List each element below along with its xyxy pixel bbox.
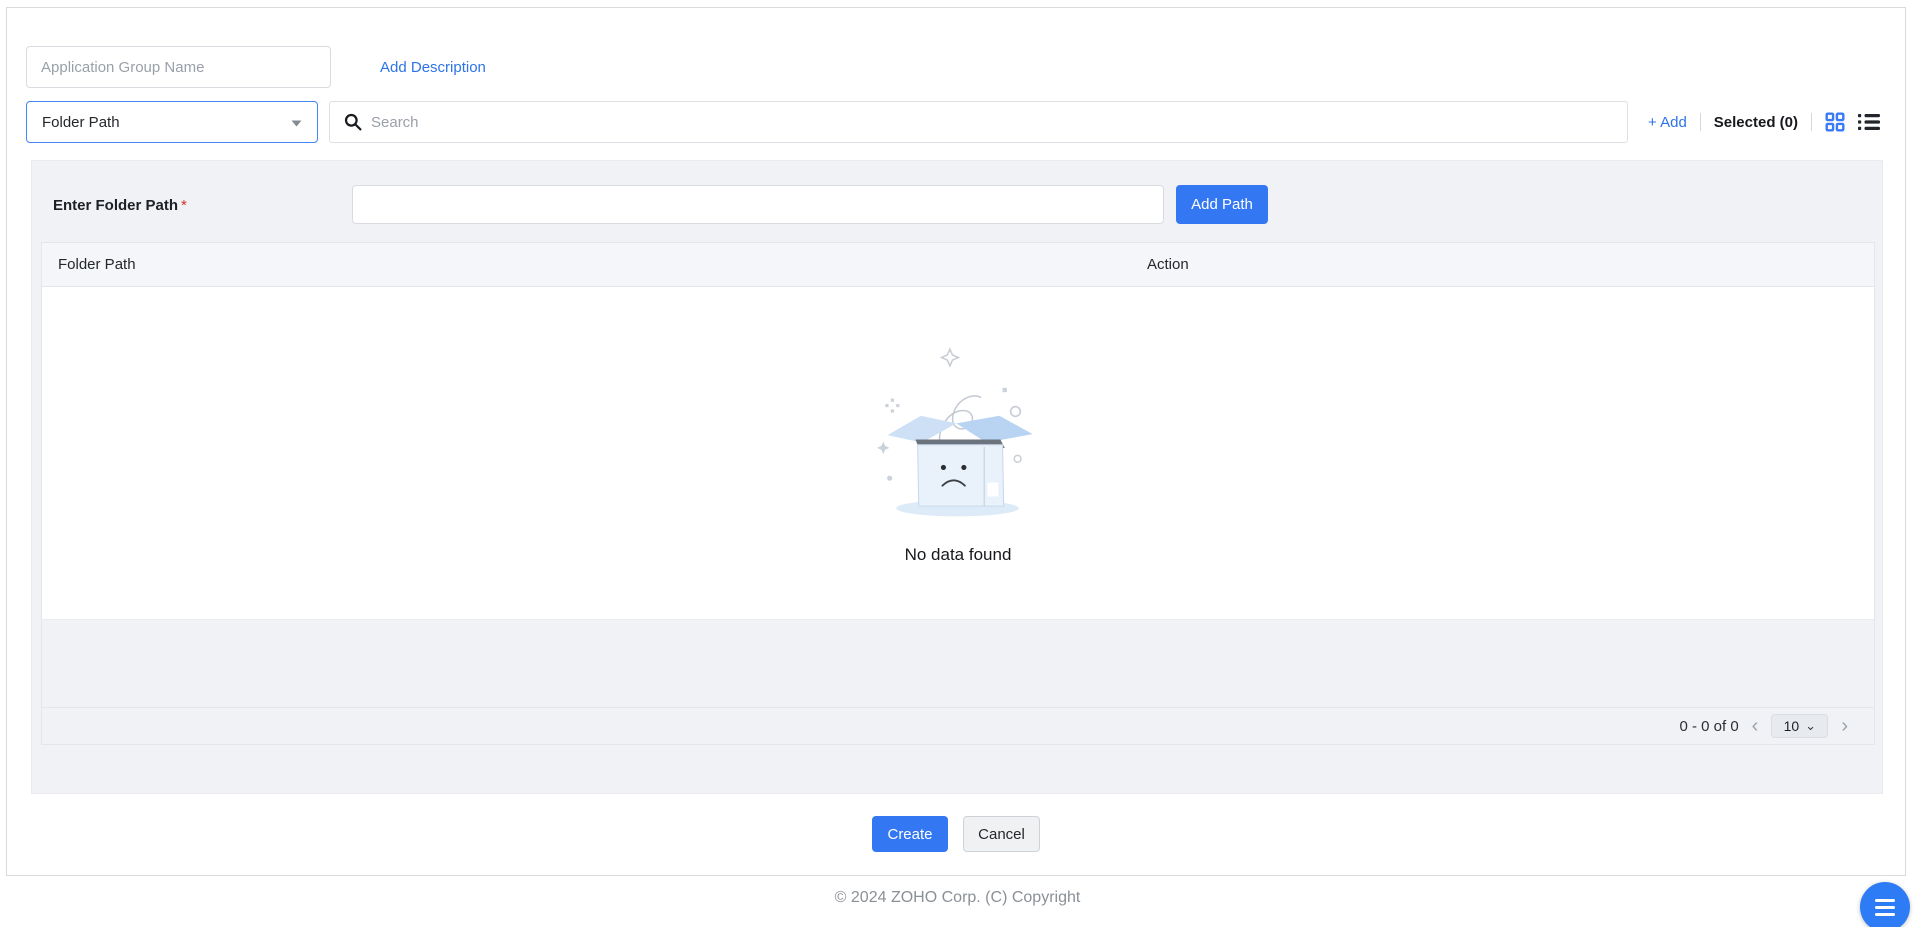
folder-path-input[interactable] <box>352 185 1164 224</box>
folder-path-form-row: Enter Folder Path * Add Path <box>32 161 1882 242</box>
empty-box-illustration <box>876 347 1033 517</box>
column-header-folder-path: Folder Path <box>58 256 136 273</box>
name-row: Add Description <box>26 46 486 88</box>
add-button[interactable]: + Add <box>1648 114 1687 131</box>
pagination-range: 0 - 0 of 0 <box>1679 717 1739 735</box>
no-data-text: No data found <box>904 545 1012 564</box>
page-size-value: 10 <box>1783 718 1800 734</box>
divider <box>1811 113 1812 131</box>
search-input[interactable] <box>371 113 1613 131</box>
toolbar-right-controls: + Add Selected (0) <box>1648 112 1880 132</box>
copyright-footer: © 2024 ZOHO Corp. (C) Copyright <box>834 889 1081 906</box>
list-view-icon[interactable] <box>1858 113 1880 131</box>
pagination-prev-icon[interactable]: ‹ <box>1750 716 1761 736</box>
selected-count: Selected (0) <box>1713 113 1798 131</box>
folder-path-panel: Enter Folder Path * Add Path Folder Path … <box>31 160 1883 794</box>
required-marker: * <box>181 197 187 214</box>
hamburger-icon <box>1875 898 1895 902</box>
main-card: Add Description Folder Path + Add Select… <box>6 7 1906 876</box>
table-filler-row <box>42 620 1874 708</box>
grid-view-icon[interactable] <box>1825 112 1845 132</box>
floating-menu-button[interactable] <box>1860 882 1910 927</box>
table-header-row: Folder Path Action <box>42 243 1874 287</box>
search-icon <box>344 113 362 131</box>
divider <box>1699 113 1701 131</box>
chevron-down-icon: ⌄ <box>1805 718 1817 734</box>
pagination-bar: 0 - 0 of 0 ‹ 10 ⌄ › <box>42 708 1874 744</box>
cancel-button[interactable]: Cancel <box>963 816 1040 852</box>
toolbar: Folder Path + Add Selected (0) <box>26 101 1880 143</box>
folder-path-table: Folder Path Action No data found 0 - 0 o… <box>41 242 1875 745</box>
enter-folder-path-label: Enter Folder Path * <box>53 197 187 214</box>
pagination-next-icon[interactable]: › <box>1839 716 1850 736</box>
application-group-name-input[interactable] <box>26 46 331 88</box>
add-path-button[interactable]: Add Path <box>1176 185 1268 224</box>
create-button[interactable]: Create <box>872 816 948 852</box>
column-header-action: Action <box>1147 256 1189 273</box>
search-box[interactable] <box>329 101 1628 143</box>
chevron-down-icon <box>291 114 302 131</box>
page-size-select[interactable]: 10 ⌄ <box>1771 714 1829 738</box>
form-actions: Create Cancel <box>7 816 1905 852</box>
table-empty-state: No data found <box>42 287 1874 620</box>
add-description-link[interactable]: Add Description <box>380 59 486 76</box>
folder-path-filter-dropdown[interactable]: Folder Path <box>26 101 318 143</box>
filter-dropdown-value: Folder Path <box>42 113 120 131</box>
